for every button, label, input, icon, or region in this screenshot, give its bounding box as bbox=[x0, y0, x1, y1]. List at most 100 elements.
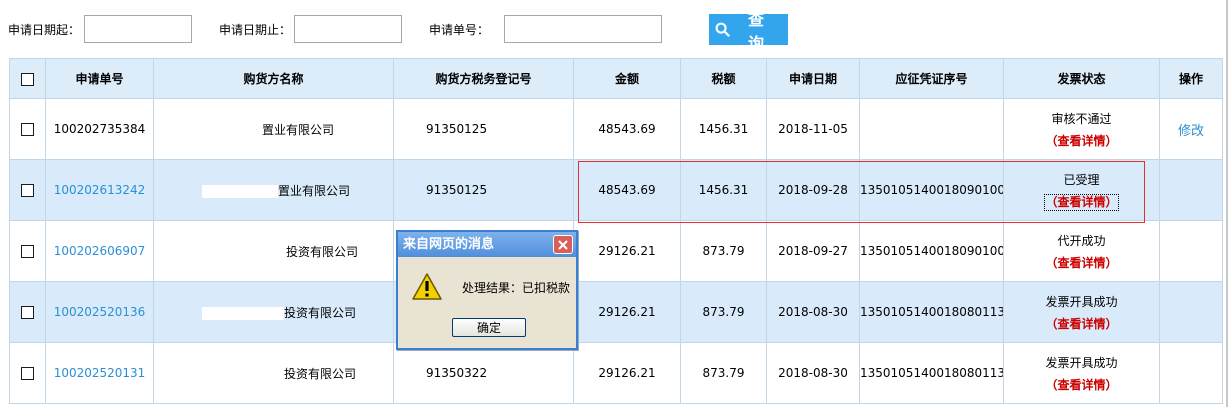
voucher-no-cell bbox=[859, 98, 1004, 160]
row-checkbox[interactable] bbox=[21, 367, 34, 380]
redacted-mask bbox=[202, 184, 278, 198]
buyer-tax-no-text: 91350322 bbox=[426, 366, 488, 380]
date-to-input[interactable] bbox=[294, 15, 402, 43]
view-detail-link[interactable]: （查看详情） bbox=[1045, 317, 1117, 332]
row-checkbox[interactable] bbox=[21, 306, 34, 319]
row-checkbox[interactable] bbox=[21, 123, 34, 136]
dialog-ok-button[interactable]: 确定 bbox=[452, 318, 526, 337]
buyer-name-text: 投资有限公司 bbox=[286, 244, 359, 259]
view-detail-link[interactable]: （查看详情） bbox=[1045, 378, 1117, 393]
status-cell: 已受理 （查看详情） bbox=[1003, 159, 1160, 221]
header-tax: 税额 bbox=[680, 58, 767, 99]
select-all-checkbox[interactable] bbox=[21, 72, 34, 86]
amount-cell: 48543.69 bbox=[573, 98, 681, 160]
dialog-message: 处理结果：已扣税款 bbox=[462, 281, 571, 295]
row-checkbox-cell bbox=[9, 281, 46, 343]
action-cell bbox=[1159, 342, 1223, 404]
view-detail-link[interactable]: （查看详情） bbox=[1044, 193, 1119, 211]
buyer-tax-no-cell: 91350322 bbox=[393, 342, 574, 404]
row-checkbox-cell bbox=[9, 98, 46, 160]
table-row: 100202735384 置业有限公司 91350125 48543.69 14… bbox=[9, 98, 1223, 160]
app-no-link[interactable]: 100202520136 bbox=[54, 305, 146, 319]
header-buyer-name: 购货方名称 bbox=[153, 58, 394, 99]
row-checkbox-cell bbox=[9, 159, 46, 221]
header-amount: 金额 bbox=[573, 58, 681, 99]
buyer-tax-no-cell: 91350125 bbox=[393, 159, 574, 221]
app-no-cell: 100202735384 bbox=[45, 98, 154, 160]
header-action: 操作 bbox=[1159, 58, 1223, 99]
header-status: 发票状态 bbox=[1003, 58, 1160, 99]
page-right-border bbox=[1226, 0, 1228, 407]
tax-cell: 873.79 bbox=[680, 281, 767, 343]
app-no-cell: 100202606907 bbox=[45, 220, 154, 282]
buyer-name-text: 投资有限公司 bbox=[284, 305, 357, 320]
status-text: 代开成功 bbox=[1057, 233, 1106, 248]
buyer-name-cell: 置业有限公司 bbox=[153, 98, 394, 160]
buyer-tax-no-cell: 91350125 bbox=[393, 98, 574, 160]
edit-link[interactable]: 修改 bbox=[1178, 124, 1204, 139]
amount-cell: 29126.21 bbox=[573, 342, 681, 404]
table-row: 100202520136 投资有限公司 29126.21 873.79 2018… bbox=[9, 281, 1223, 343]
search-icon bbox=[715, 22, 730, 37]
action-cell bbox=[1159, 220, 1223, 282]
view-detail-link[interactable]: （查看详情） bbox=[1045, 134, 1117, 149]
amount-cell: 29126.21 bbox=[573, 220, 681, 282]
row-checkbox-cell bbox=[9, 342, 46, 404]
status-cell: 发票开具成功 （查看详情） bbox=[1003, 281, 1160, 343]
app-no-cell: 100202613242 bbox=[45, 159, 154, 221]
redacted-mask bbox=[202, 306, 284, 320]
row-checkbox[interactable] bbox=[21, 245, 34, 258]
buyer-tax-no-text: 91350125 bbox=[426, 122, 488, 136]
date-cell: 2018-08-30 bbox=[766, 281, 860, 343]
status-text: 已受理 bbox=[1063, 172, 1100, 187]
buyer-name-cell: 投资有限公司 bbox=[153, 342, 394, 404]
header-app-no: 申请单号 bbox=[45, 58, 154, 99]
app-no-link[interactable]: 100202606907 bbox=[54, 244, 146, 258]
buyer-name-cell: 投资有限公司 bbox=[153, 220, 394, 282]
dialog-close-button[interactable] bbox=[553, 235, 573, 254]
query-button[interactable]: 查 询 bbox=[709, 12, 788, 53]
row-checkbox-cell bbox=[9, 220, 46, 282]
view-detail-link[interactable]: （查看详情） bbox=[1045, 256, 1117, 271]
date-cell: 2018-08-30 bbox=[766, 342, 860, 404]
date-cell: 2018-11-05 bbox=[766, 98, 860, 160]
action-cell bbox=[1159, 281, 1223, 343]
tax-cell: 873.79 bbox=[680, 342, 767, 404]
select-all-header bbox=[9, 58, 46, 99]
header-voucher-no: 应征凭证序号 bbox=[859, 58, 1004, 99]
tax-cell: 1456.31 bbox=[680, 159, 767, 221]
redacted-mask bbox=[202, 367, 284, 381]
status-text: 发票开具成功 bbox=[1045, 294, 1118, 309]
table-header-row: 申请单号 购货方名称 购货方税务登记号 金额 税额 申请日期 应征凭证序号 发票… bbox=[9, 58, 1223, 99]
action-cell bbox=[1159, 159, 1223, 221]
table-row: 100202520131 投资有限公司 91350322 29126.21 87… bbox=[9, 342, 1223, 404]
app-no-cell: 100202520131 bbox=[45, 342, 154, 404]
app-no-cell: 100202520136 bbox=[45, 281, 154, 343]
status-cell: 发票开具成功 （查看详情） bbox=[1003, 342, 1160, 404]
redacted-mask bbox=[202, 123, 262, 137]
message-dialog: 来自网页的消息 处理结果：已扣税款 确定 bbox=[396, 230, 578, 350]
status-text: 发票开具成功 bbox=[1045, 355, 1118, 370]
voucher-no-cell: 13501051400180801131 bbox=[859, 281, 1004, 343]
amount-cell: 29126.21 bbox=[573, 281, 681, 343]
voucher-no-cell: 13501051400180901009 bbox=[859, 159, 1004, 221]
row-checkbox[interactable] bbox=[21, 184, 34, 197]
app-no-input[interactable] bbox=[504, 15, 662, 43]
date-from-input[interactable] bbox=[84, 15, 192, 43]
query-button-label: 查 询 bbox=[747, 11, 768, 53]
app-no-link[interactable]: 100202520131 bbox=[54, 366, 146, 380]
filter-bar: 申请日期起： 申请日期止： 申请单号： 查 询 bbox=[0, 0, 1225, 58]
date-cell: 2018-09-27 bbox=[766, 220, 860, 282]
buyer-tax-no-text: 91350125 bbox=[426, 183, 488, 197]
buyer-name-cell: 投资有限公司 bbox=[153, 281, 394, 343]
amount-cell: 48543.69 bbox=[573, 159, 681, 221]
tax-cell: 873.79 bbox=[680, 220, 767, 282]
status-cell: 代开成功 （查看详情） bbox=[1003, 220, 1160, 282]
buyer-name-text: 置业有限公司 bbox=[278, 183, 351, 198]
app-no-link[interactable]: 100202613242 bbox=[54, 183, 146, 197]
buyer-name-cell: 置业有限公司 bbox=[153, 159, 394, 221]
warning-icon bbox=[412, 273, 442, 300]
header-date: 申请日期 bbox=[766, 58, 860, 99]
app-no-label: 申请单号： bbox=[429, 23, 490, 37]
header-buyer-tax-no: 购货方税务登记号 bbox=[393, 58, 574, 99]
